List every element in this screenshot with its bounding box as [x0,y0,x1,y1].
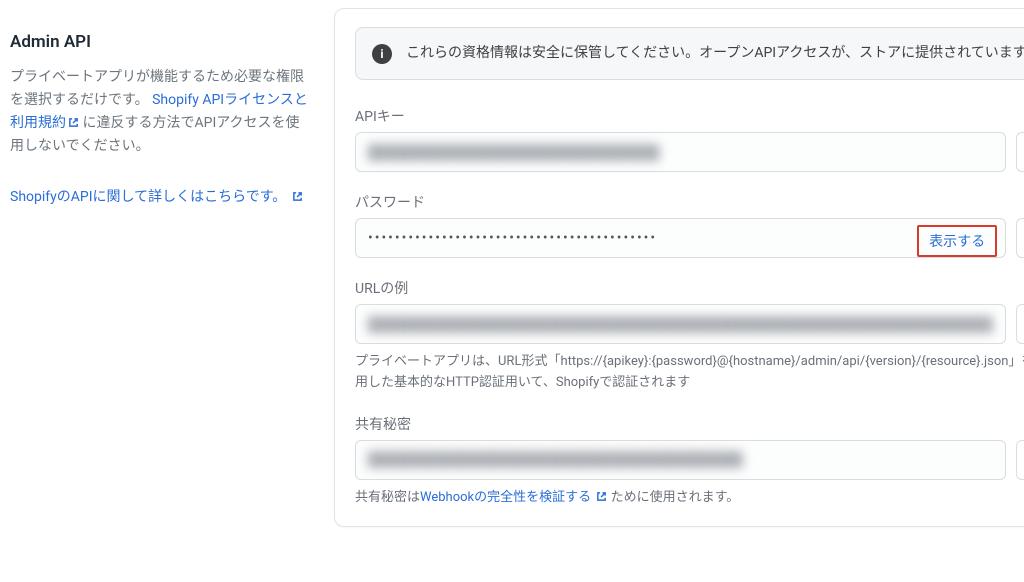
shared-secret-label: 共有秘密 [355,414,1024,434]
copy-password-button[interactable] [1016,218,1024,258]
info-icon: i [372,44,392,64]
shared-secret-field-group: 共有秘密 ███████████████████████████████████… [355,414,1024,509]
shared-secret-help: 共有秘密はWebhookの完全性を検証する ために使用されます。 [355,488,1024,509]
copy-api-key-button[interactable] [1016,132,1024,172]
external-link-icon [292,191,303,202]
sidebar-api-link-block: ShopifyのAPIに関して詳しくはこちらです。 [10,186,310,209]
api-key-field-group: APIキー ████████████████████████████ [355,106,1024,172]
external-link-icon [596,491,607,502]
shared-secret-input[interactable]: ████████████████████████████████████ [355,440,1006,480]
example-url-help: プライベートアプリは、URL形式「https://{apikey}:{passw… [355,352,1024,394]
admin-api-card: i これらの資格情報は安全に保管してください。オープンAPIアクセスが、ストアに… [334,8,1024,527]
sidebar-desc: プライベートアプリが機能するため必要な権限を選択するだけです。 Shopify … [10,66,310,158]
show-password-button[interactable]: 表示する [917,225,997,257]
sidebar: Admin API プライベートアプリが機能するため必要な権限を選択するだけです… [10,8,310,527]
webhook-verify-link[interactable]: Webhookの完全性を検証する [420,490,607,505]
example-url-label: URLの例 [355,278,1024,298]
example-url-input[interactable]: ████████████████████████████████████████… [355,304,1006,344]
copy-shared-secret-button[interactable] [1016,440,1024,480]
example-url-field-group: URLの例 ██████████████████████████████████… [355,278,1024,394]
password-field-group: パスワード ••••••••••••••••••••••••••••••••••… [355,192,1024,258]
password-input[interactable]: ••••••••••••••••••••••••••••••••••••••••… [355,218,1006,258]
api-key-input[interactable]: ████████████████████████████ [355,132,1006,172]
info-banner: i これらの資格情報は安全に保管してください。オープンAPIアクセスが、ストアに… [355,27,1024,80]
shopify-api-docs-link[interactable]: ShopifyのAPIに関して詳しくはこちらです。 [10,189,303,205]
copy-example-url-button[interactable] [1016,304,1024,344]
password-label: パスワード [355,192,1024,212]
external-link-icon [68,117,79,128]
sidebar-title: Admin API [10,32,310,52]
api-key-label: APIキー [355,106,1024,126]
banner-text: これらの資格情報は安全に保管してください。オープンAPIアクセスが、ストアに提供… [406,42,1024,65]
